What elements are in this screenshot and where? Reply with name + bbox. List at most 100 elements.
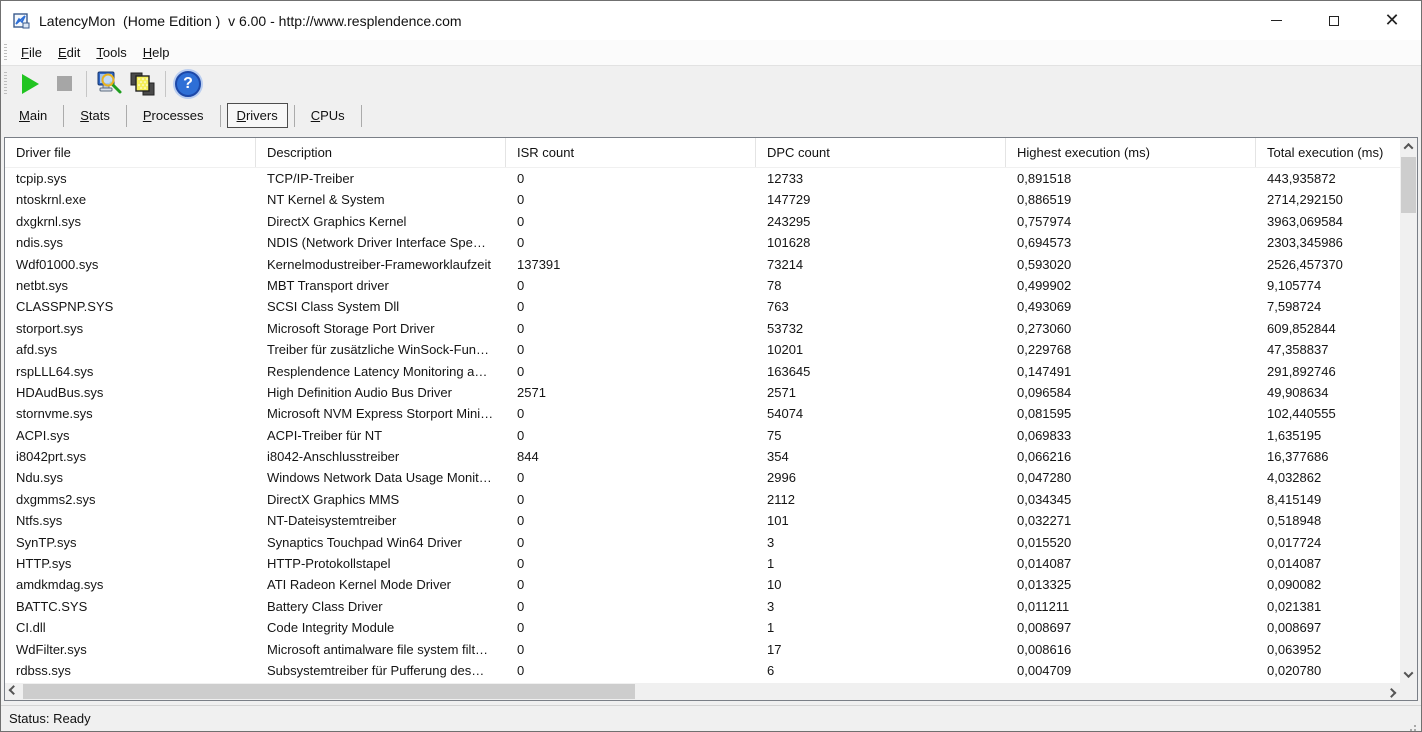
table-row[interactable]: SynTP.sysSynaptics Touchpad Win64 Driver… [5, 532, 1400, 553]
column-header-driver-file[interactable]: Driver file [5, 138, 256, 167]
menu-file[interactable]: File [13, 42, 50, 63]
tab-drivers[interactable]: Drivers [227, 103, 288, 128]
cell-driver: dxgkrnl.sys [5, 211, 256, 232]
cell-description: Microsoft NVM Express Storport Mini… [256, 403, 506, 424]
cell-total_execution_ms: 2526,457370 [1256, 254, 1400, 275]
cell-highest_execution_ms: 0,081595 [1006, 403, 1256, 424]
cell-total_execution_ms: 0,518948 [1256, 510, 1400, 531]
column-header-highest-execution[interactable]: Highest execution (ms) [1006, 138, 1256, 167]
cell-total_execution_ms: 9,105774 [1256, 275, 1400, 296]
cell-dpc_count: 2571 [756, 382, 1006, 403]
cell-isr_count: 0 [506, 596, 756, 617]
table-row[interactable]: tcpip.sysTCP/IP-Treiber0127330,891518443… [5, 168, 1400, 189]
cell-isr_count: 0 [506, 532, 756, 553]
cell-total_execution_ms: 49,908634 [1256, 382, 1400, 403]
vertical-scrollbar[interactable] [1400, 138, 1417, 683]
table-row[interactable]: HDAudBus.sysHigh Definition Audio Bus Dr… [5, 382, 1400, 403]
cell-total_execution_ms: 0,020780 [1256, 660, 1400, 681]
table-row[interactable]: stornvme.sysMicrosoft NVM Express Storpo… [5, 403, 1400, 424]
toolbar-separator [86, 71, 87, 97]
table-row[interactable]: i8042prt.sysi8042-Anschlusstreiber844354… [5, 446, 1400, 467]
chevron-down-icon [1404, 668, 1414, 678]
cell-driver: tcpip.sys [5, 168, 256, 189]
table-row[interactable]: rspLLL64.sysResplendence Latency Monitor… [5, 361, 1400, 382]
cell-description: Windows Network Data Usage Monit… [256, 467, 506, 488]
question-mark-icon: ? [175, 71, 201, 97]
tab-main[interactable]: Main [9, 103, 57, 128]
cell-highest_execution_ms: 0,069833 [1006, 425, 1256, 446]
table-row[interactable]: HTTP.sysHTTP-Protokollstapel010,0140870,… [5, 553, 1400, 574]
cell-highest_execution_ms: 0,015520 [1006, 532, 1256, 553]
cell-total_execution_ms: 609,852844 [1256, 318, 1400, 339]
cell-dpc_count: 17 [756, 639, 1006, 660]
table-row[interactable]: netbt.sysMBT Transport driver0780,499902… [5, 275, 1400, 296]
menu-edit[interactable]: Edit [50, 42, 88, 63]
table-row[interactable]: afd.sysTreiber für zusätzliche WinSock-F… [5, 339, 1400, 360]
scroll-up-button[interactable] [1400, 138, 1417, 155]
toolbar: ? [1, 65, 1421, 101]
cell-dpc_count: 354 [756, 446, 1006, 467]
scroll-right-button[interactable] [1383, 683, 1400, 700]
table-row[interactable]: storport.sysMicrosoft Storage Port Drive… [5, 318, 1400, 339]
table-row[interactable]: ntoskrnl.exeNT Kernel & System01477290,8… [5, 189, 1400, 210]
cell-highest_execution_ms: 0,493069 [1006, 296, 1256, 317]
table-row[interactable]: ndis.sysNDIS (Network Driver Interface S… [5, 232, 1400, 253]
horizontal-scrollbar[interactable] [5, 683, 1400, 700]
tab-processes[interactable]: Processes [133, 103, 214, 128]
scrollbar-corner [1400, 683, 1417, 700]
table-row[interactable]: dxgkrnl.sysDirectX Graphics Kernel024329… [5, 211, 1400, 232]
menu-tools[interactable]: Tools [88, 42, 134, 63]
table-row[interactable]: dxgmms2.sysDirectX Graphics MMS021120,03… [5, 489, 1400, 510]
cell-driver: dxgmms2.sys [5, 489, 256, 510]
vertical-scrollbar-thumb[interactable] [1401, 157, 1416, 213]
table-row[interactable]: Ndu.sysWindows Network Data Usage Monit…… [5, 467, 1400, 488]
cell-total_execution_ms: 2303,345986 [1256, 232, 1400, 253]
column-header-description[interactable]: Description [256, 138, 506, 167]
stop-monitor-button[interactable] [47, 69, 81, 99]
cell-isr_count: 137391 [506, 254, 756, 275]
cell-dpc_count: 163645 [756, 361, 1006, 382]
report-button[interactable] [126, 69, 160, 99]
horizontal-scrollbar-thumb[interactable] [23, 684, 635, 699]
table-row[interactable]: amdkmdag.sysATI Radeon Kernel Mode Drive… [5, 574, 1400, 595]
cell-isr_count: 0 [506, 403, 756, 424]
help-button[interactable]: ? [171, 69, 205, 99]
scroll-left-button[interactable] [5, 683, 22, 700]
cell-description: Subsystemtreiber für Pufferung des… [256, 660, 506, 681]
scroll-down-button[interactable] [1400, 666, 1417, 683]
play-icon [22, 74, 39, 94]
cell-total_execution_ms: 0,014087 [1256, 553, 1400, 574]
cell-driver: rdbss.sys [5, 660, 256, 681]
table-row[interactable]: ACPI.sysACPI-Treiber für NT0750,0698331,… [5, 425, 1400, 446]
analyze-button[interactable] [92, 69, 126, 99]
cell-description: HTTP-Protokollstapel [256, 553, 506, 574]
table-row[interactable]: rdbss.sysSubsystemtreiber für Pufferung … [5, 660, 1400, 681]
cell-dpc_count: 12733 [756, 168, 1006, 189]
cell-isr_count: 0 [506, 617, 756, 638]
table-row[interactable]: Wdf01000.sysKernelmodustreiber-Framework… [5, 254, 1400, 275]
tab-stats[interactable]: Stats [70, 103, 120, 128]
table-row[interactable]: WdFilter.sysMicrosoft antimalware file s… [5, 639, 1400, 660]
cell-description: ATI Radeon Kernel Mode Driver [256, 574, 506, 595]
close-button[interactable]: ✕ [1363, 1, 1421, 40]
column-header-isr-count[interactable]: ISR count [506, 138, 756, 167]
menu-help[interactable]: Help [135, 42, 178, 63]
tab-cpus[interactable]: CPUs [301, 103, 355, 128]
menu-gripper [4, 44, 7, 62]
cell-total_execution_ms: 102,440555 [1256, 403, 1400, 424]
cell-description: NDIS (Network Driver Interface Spe… [256, 232, 506, 253]
cell-total_execution_ms: 4,032862 [1256, 467, 1400, 488]
minimize-button[interactable] [1247, 1, 1305, 40]
table-row[interactable]: CLASSPNP.SYSSCSI Class System Dll07630,4… [5, 296, 1400, 317]
table-row[interactable]: CI.dllCode Integrity Module010,0086970,0… [5, 617, 1400, 638]
table-row[interactable]: BATTC.SYSBattery Class Driver030,0112110… [5, 596, 1400, 617]
start-monitor-button[interactable] [13, 69, 47, 99]
cell-isr_count: 844 [506, 446, 756, 467]
cell-driver: WdFilter.sys [5, 639, 256, 660]
resize-grip-icon[interactable] [1414, 725, 1416, 727]
column-header-dpc-count[interactable]: DPC count [756, 138, 1006, 167]
maximize-button[interactable] [1305, 1, 1363, 40]
cell-isr_count: 0 [506, 168, 756, 189]
table-row[interactable]: Ntfs.sysNT-Dateisystemtreiber01010,03227… [5, 510, 1400, 531]
column-header-total-execution[interactable]: Total execution (ms) [1256, 138, 1400, 167]
